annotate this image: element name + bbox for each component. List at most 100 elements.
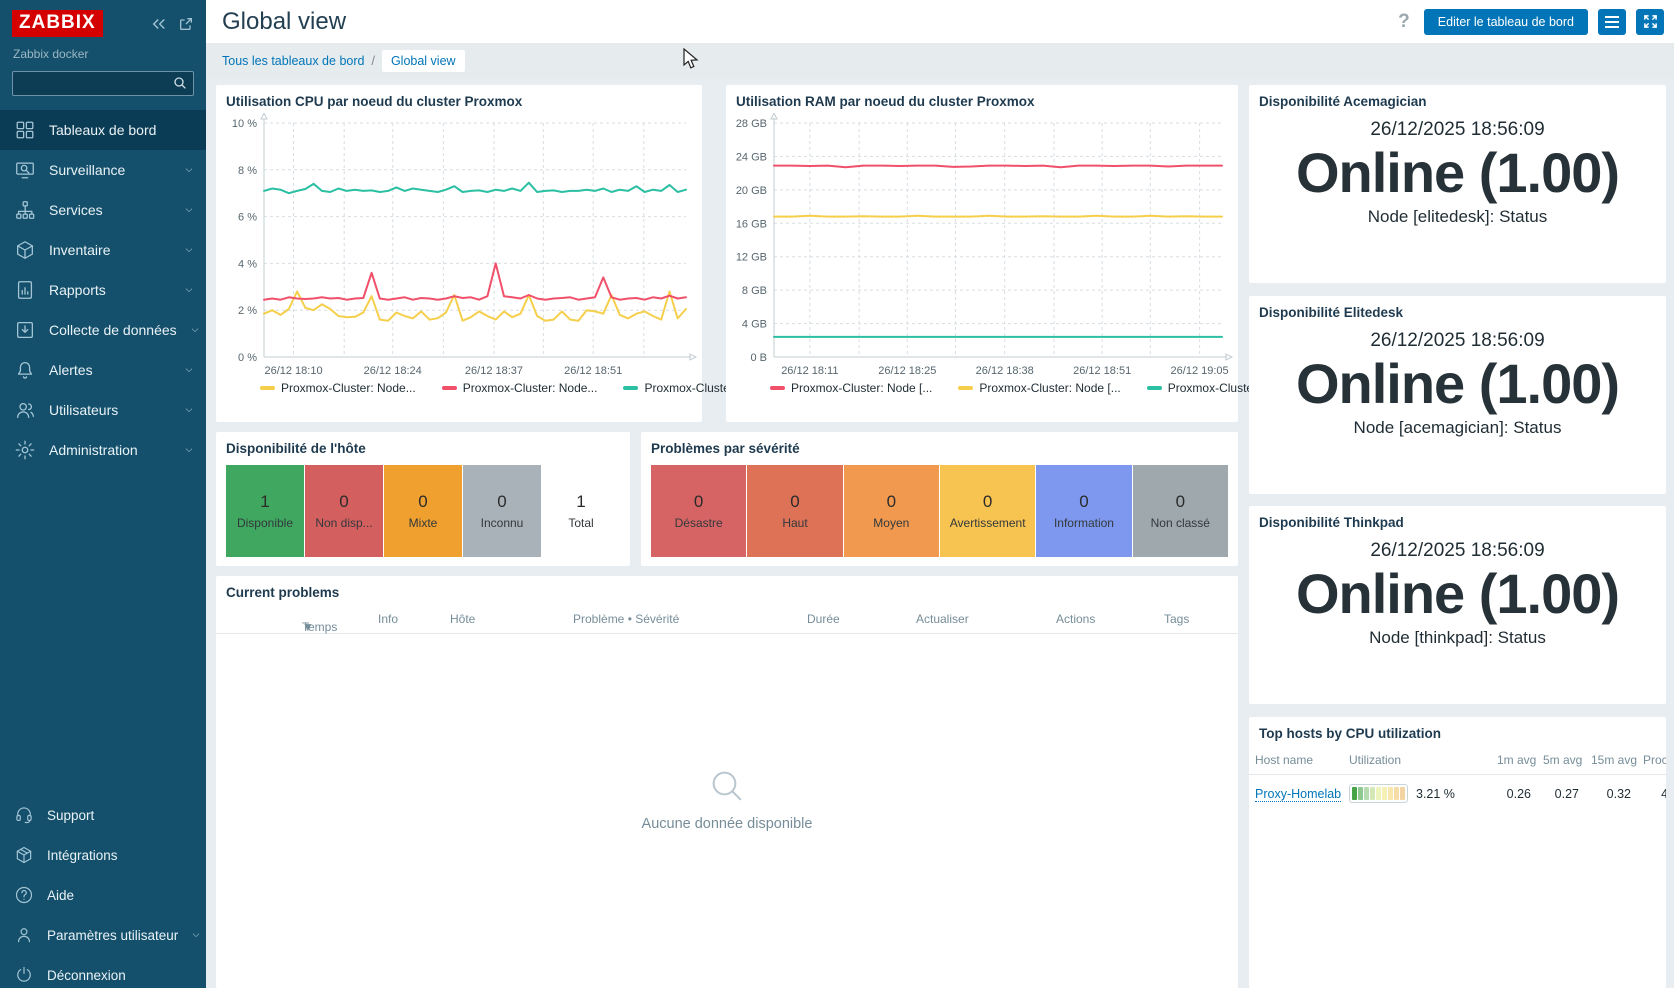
cell-label: Moyen <box>873 516 909 530</box>
availability-cell-inconnu[interactable]: 0Inconnu <box>463 465 541 557</box>
widget-title: Current problems <box>216 576 1238 604</box>
legend-label: Proxmox-Cluster: Node [... <box>791 381 932 395</box>
sidebar-item-parametres-utilisateur[interactable]: Paramètres utilisateur <box>0 915 206 955</box>
availability-cell-mixte[interactable]: 0Mixte <box>384 465 462 557</box>
legend-item[interactable]: Proxmox-Cluster: Node [... <box>770 381 932 395</box>
svg-text:26/12 18:10: 26/12 18:10 <box>264 365 322 377</box>
severity-cell-desastre[interactable]: 0Désastre <box>651 465 746 557</box>
edit-dashboard-button[interactable]: Editer le tableau de bord <box>1424 9 1588 35</box>
cell-value: 0 <box>887 492 896 512</box>
sidebar-item-utilisateurs[interactable]: Utilisateurs <box>0 390 206 430</box>
legend-item[interactable]: Proxmox-Cluster: Node... <box>442 381 598 395</box>
column-header-utilization[interactable]: Utilization <box>1343 749 1491 775</box>
sidebar-item-administration[interactable]: Administration <box>0 430 206 470</box>
sidebar-item-alertes[interactable]: Alertes <box>0 350 206 390</box>
svg-text:24 GB: 24 GB <box>736 151 767 163</box>
svg-text:12 GB: 12 GB <box>736 252 767 264</box>
fullscreen-button[interactable] <box>1636 9 1664 35</box>
chevron-down-icon <box>184 165 194 175</box>
dashboard-menu-button[interactable] <box>1598 9 1626 35</box>
availability-cell-non-disponible[interactable]: 0Non disp... <box>305 465 383 557</box>
breadcrumb-root-link[interactable]: Tous les tableaux de bord <box>222 54 364 68</box>
sidebar-item-tableaux-de-bord[interactable]: Tableaux de bord <box>0 110 206 150</box>
column-header-host-name[interactable]: Host name <box>1249 749 1343 775</box>
fullscreen-icon <box>1643 14 1658 29</box>
column-header-actions[interactable]: Actions <box>1056 612 1095 626</box>
gear-icon <box>14 439 36 461</box>
sidebar-item-label: Déconnexion <box>47 968 194 983</box>
severity-cell-moyen[interactable]: 0 Moyen <box>844 465 939 557</box>
sidebar-item-deconnexion[interactable]: Déconnexion <box>0 955 206 988</box>
column-header-5m-avg[interactable]: 5m avg <box>1537 749 1585 775</box>
collapse-sidebar-icon[interactable] <box>150 15 168 33</box>
undock-sidebar-icon[interactable] <box>178 16 194 32</box>
severity-cell-non-classe[interactable]: 0Non classé <box>1133 465 1228 557</box>
availability-cell-total[interactable]: 1Total <box>542 465 620 557</box>
cell-value: 0 <box>983 492 992 512</box>
dashboard-icon <box>14 119 36 141</box>
cell-label: Inconnu <box>481 516 524 530</box>
column-header-1m-avg[interactable]: 1m avg <box>1491 749 1537 775</box>
sidebar-item-surveillance[interactable]: Surveillance <box>0 150 206 190</box>
integrations-icon <box>14 845 34 865</box>
availability-cell-disponible[interactable]: 1Disponible <box>226 465 304 557</box>
widget-cpu-chart: Utilisation CPU par noeud du cluster Pro… <box>216 85 702 422</box>
sidebar-item-support[interactable]: Support <box>0 795 206 835</box>
host-link[interactable]: Proxy-Homelab <box>1255 787 1341 802</box>
cell-value: 1 <box>576 492 585 512</box>
sidebar-item-services[interactable]: Services <box>0 190 206 230</box>
svg-text:10 %: 10 % <box>232 118 257 130</box>
sidebar-item-rapports[interactable]: Rapports <box>0 270 206 310</box>
availability-node: Node [elitedesk]: Status <box>1368 207 1548 227</box>
legend-item[interactable]: Proxmox-Cluster: Node... <box>260 381 416 395</box>
host-availability-cells: 1Disponible 0Non disp... 0Mixte 0Inconnu… <box>226 465 620 557</box>
sidebar-item-label: Paramètres utilisateur <box>47 928 178 943</box>
sidebar-item-label: Surveillance <box>49 162 171 178</box>
top-hosts-table: Host name Utilization 1m avg 5m avg 15m … <box>1249 749 1666 812</box>
column-header-hote[interactable]: Hôte <box>450 612 475 626</box>
avg-5m-value: 0.27 <box>1537 775 1585 813</box>
cpu-chart-plot[interactable]: 10 %8 %6 %4 %2 %0 %26/12 18:1026/12 18:2… <box>220 113 698 379</box>
availability-timestamp: 26/12/2025 18:56:09 <box>1370 540 1544 562</box>
column-header-info[interactable]: Info <box>378 612 398 626</box>
sidebar-item-inventaire[interactable]: Inventaire <box>0 230 206 270</box>
ram-chart-plot[interactable]: 28 GB24 GB20 GB16 GB12 GB8 GB4 GB0 B26/1… <box>730 113 1234 379</box>
severity-cell-avertissement[interactable]: 0Avertissement <box>940 465 1035 557</box>
legend-item[interactable]: Proxmox-Cluster: Node [... <box>958 381 1120 395</box>
svg-text:26/12 18:11: 26/12 18:11 <box>781 365 838 377</box>
legend-swatch <box>770 386 785 390</box>
widget-availability-elitedesk: Disponibilité Elitedesk 26/12/2025 18:56… <box>1249 296 1666 494</box>
search-input[interactable] <box>12 71 194 96</box>
app-window: ZABBIX Zabbix docker Tableaux de bord Su… <box>0 0 1674 988</box>
widget-title: Problèmes par sévérité <box>641 432 1238 460</box>
sidebar-item-integrations[interactable]: Intégrations <box>0 835 206 875</box>
breadcrumb-separator: / <box>371 54 374 68</box>
sidebar-item-aide[interactable]: Aide <box>0 875 206 915</box>
help-circle-icon <box>14 885 34 905</box>
svg-text:20 GB: 20 GB <box>736 185 767 197</box>
avg-15m-value: 0.32 <box>1585 775 1637 813</box>
svg-text:16 GB: 16 GB <box>736 218 767 230</box>
column-header-probleme-severite[interactable]: Problème • Sévérité <box>573 612 679 626</box>
column-header-tags[interactable]: Tags <box>1164 612 1189 626</box>
breadcrumb-current[interactable]: Global view <box>382 50 465 72</box>
cell-label: Information <box>1054 516 1114 530</box>
help-icon[interactable]: ? <box>1394 11 1414 33</box>
widget-title: Utilisation CPU par noeud du cluster Pro… <box>216 85 702 113</box>
column-header-actualiser[interactable]: Actualiser <box>916 612 969 626</box>
availability-node: Node [thinkpad]: Status <box>1369 628 1546 648</box>
data-collection-icon <box>14 319 36 341</box>
column-header-15m-avg[interactable]: 15m avg <box>1585 749 1637 775</box>
svg-text:0 %: 0 % <box>238 352 257 364</box>
power-icon <box>14 965 34 985</box>
zabbix-logo[interactable]: ZABBIX <box>12 10 103 37</box>
search-icon <box>172 75 188 91</box>
severity-cell-information[interactable]: 0Information <box>1036 465 1131 557</box>
utilization-value: 3.21 % <box>1416 787 1455 801</box>
severity-cell-haut[interactable]: 0Haut <box>747 465 842 557</box>
column-header-processes[interactable]: Proces <box>1637 749 1666 775</box>
column-header-duree[interactable]: Durée <box>807 612 840 626</box>
svg-text:26/12 18:51: 26/12 18:51 <box>1073 365 1131 377</box>
sidebar-item-collecte-de-donnees[interactable]: Collecte de données <box>0 310 206 350</box>
severity-cells: 0Désastre 0Haut 0Moyen 0Avertissement 0I… <box>651 465 1228 557</box>
